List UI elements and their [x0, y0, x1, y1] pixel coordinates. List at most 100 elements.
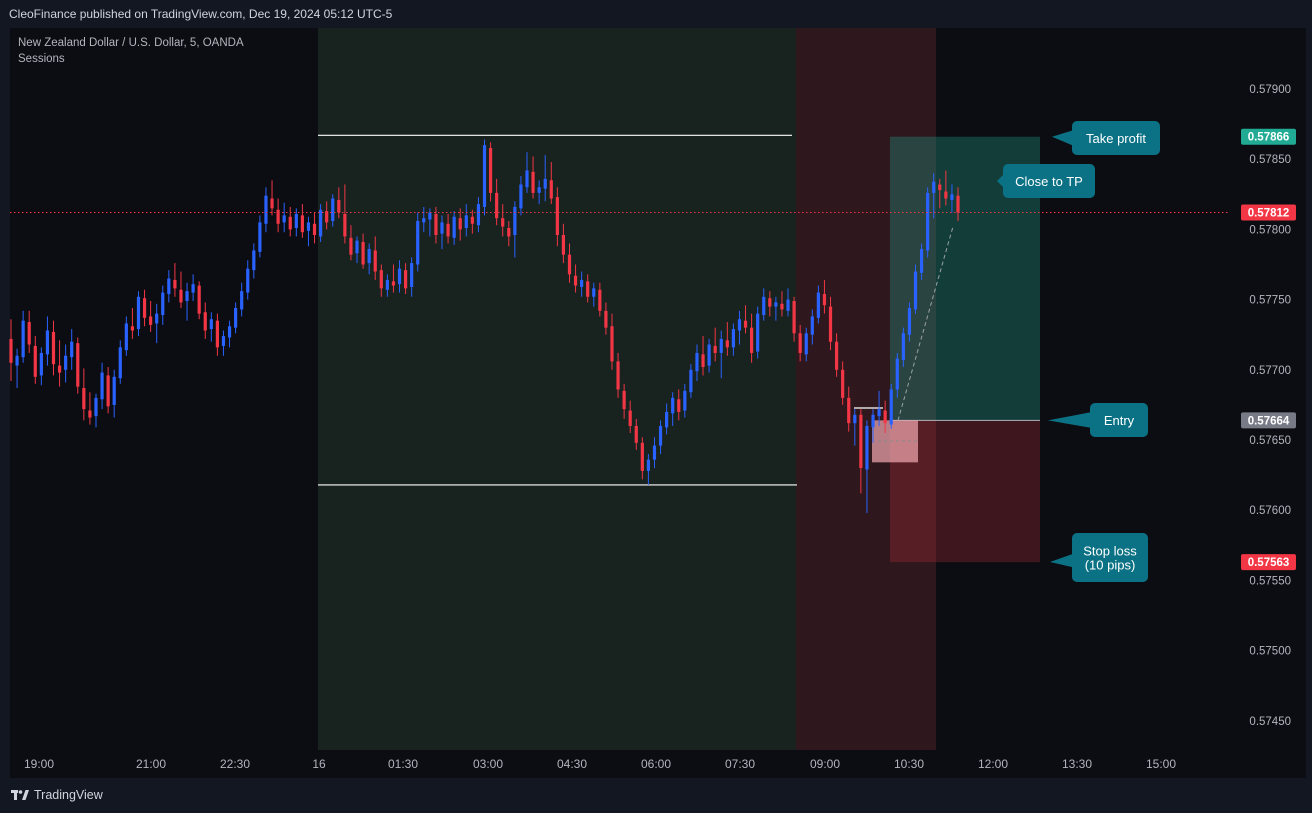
candle-body	[944, 191, 948, 199]
time-tick-label: 07:30	[725, 757, 755, 771]
candle-body	[780, 303, 784, 310]
candle-body	[665, 411, 669, 428]
price-badge[interactable]: 0.57664	[1241, 412, 1296, 429]
time-tick-label: 16	[312, 757, 326, 771]
candle-body	[883, 410, 887, 424]
price-chart[interactable]: 0.57900 0.57850 0.57800 0.57750 0.57700 0.576…	[0, 0, 1312, 813]
candle-body	[416, 220, 420, 265]
candle-body	[130, 326, 135, 331]
candle-body	[458, 218, 462, 230]
price-badge[interactable]: 0.57866	[1241, 128, 1296, 145]
candle-body	[507, 227, 511, 237]
candle-body	[913, 271, 918, 310]
time-tick-label: 10:30	[894, 757, 924, 771]
candle-body	[215, 320, 219, 348]
candle-body	[57, 365, 62, 373]
candle-body	[179, 289, 183, 303]
indicator-label[interactable]: Sessions	[18, 51, 244, 67]
candle	[913, 264, 918, 314]
tradingview-brand[interactable]: TradingView	[11, 788, 103, 802]
candle-body	[671, 397, 675, 414]
candle-body	[592, 288, 596, 297]
candle-body	[391, 281, 396, 286]
chart-legend: New Zealand Dollar / U.S. Dollar, 5, OAN…	[18, 35, 244, 67]
price-tick-label: 0.57600	[1249, 505, 1291, 517]
candle-body	[470, 216, 474, 224]
candle-body	[798, 333, 802, 353]
price-tick-label: 0.57650	[1249, 435, 1291, 447]
candle-body	[573, 275, 578, 286]
candle-body	[337, 199, 341, 213]
candle-body	[276, 209, 280, 224]
candle-body	[428, 212, 432, 220]
candle-body	[519, 184, 523, 209]
candle-body	[331, 198, 335, 221]
symbol-title[interactable]: New Zealand Dollar / U.S. Dollar, 5, OAN…	[18, 35, 244, 51]
candle-body	[343, 213, 347, 237]
candle-body	[209, 319, 213, 330]
candle-body	[203, 312, 207, 331]
candle-body	[403, 270, 408, 289]
price-tick-label: 0.57700	[1249, 365, 1291, 377]
candle-body	[318, 209, 323, 237]
price-tick-label: 0.57500	[1249, 646, 1291, 658]
candle	[488, 142, 493, 202]
candle-body	[379, 270, 383, 289]
callout-label-line: (10 pips)	[1085, 558, 1136, 573]
candle-body	[100, 372, 104, 400]
candle-body	[88, 410, 92, 418]
candle-body	[586, 281, 590, 297]
candle-body	[282, 215, 286, 223]
candle-body	[871, 414, 875, 428]
candle-body	[15, 355, 19, 366]
time-tick-label: 21:00	[136, 757, 166, 771]
candle-body	[264, 195, 268, 224]
callout-label: Stop loss (10 pips)	[1083, 544, 1137, 573]
candle-body	[349, 237, 353, 255]
price-badge[interactable]: 0.57563	[1241, 554, 1296, 571]
candle-body	[495, 192, 499, 219]
candle-body	[677, 399, 681, 412]
candle-body	[452, 216, 456, 238]
candle	[318, 204, 323, 243]
candle	[756, 306, 760, 359]
candle-body	[246, 268, 250, 293]
candle-body	[816, 292, 820, 318]
candle-body	[810, 316, 814, 335]
candle-body	[555, 197, 559, 236]
candle-body	[859, 414, 863, 469]
candle-body	[300, 215, 304, 233]
candle-body	[70, 341, 74, 358]
candle-body	[39, 352, 43, 376]
callout-label: Entry	[1104, 413, 1135, 428]
callout-label-line: Close to TP	[1015, 174, 1083, 189]
candle-body	[501, 218, 505, 227]
candle	[889, 383, 893, 429]
time-tick-label: 01:30	[388, 757, 418, 771]
candle-body	[385, 279, 389, 290]
candle-body	[774, 302, 778, 307]
candle-body	[355, 240, 359, 254]
candle-body	[610, 326, 614, 362]
price-badge[interactable]: 0.57812	[1241, 204, 1296, 221]
candle-body	[9, 338, 13, 363]
candle-body	[719, 338, 723, 353]
candle-body	[21, 320, 25, 358]
candle-body	[634, 425, 638, 443]
candle-body	[895, 358, 899, 390]
time-tick-label: 15:00	[1146, 757, 1176, 771]
candle-body	[531, 171, 535, 193]
candle-body	[877, 409, 881, 417]
candle-body	[689, 369, 693, 393]
candle-body	[252, 250, 256, 271]
candle-body	[853, 414, 857, 424]
candle-body	[185, 291, 189, 302]
candle-body	[234, 308, 238, 328]
candle-body	[580, 279, 584, 287]
candle-body	[27, 322, 31, 345]
price-tick-label: 0.57550	[1249, 575, 1291, 587]
candle-body	[167, 278, 171, 294]
candle-body	[142, 298, 147, 318]
tradingview-logo-icon	[11, 790, 29, 800]
callout[interactable]: Close to TP	[997, 164, 1095, 198]
